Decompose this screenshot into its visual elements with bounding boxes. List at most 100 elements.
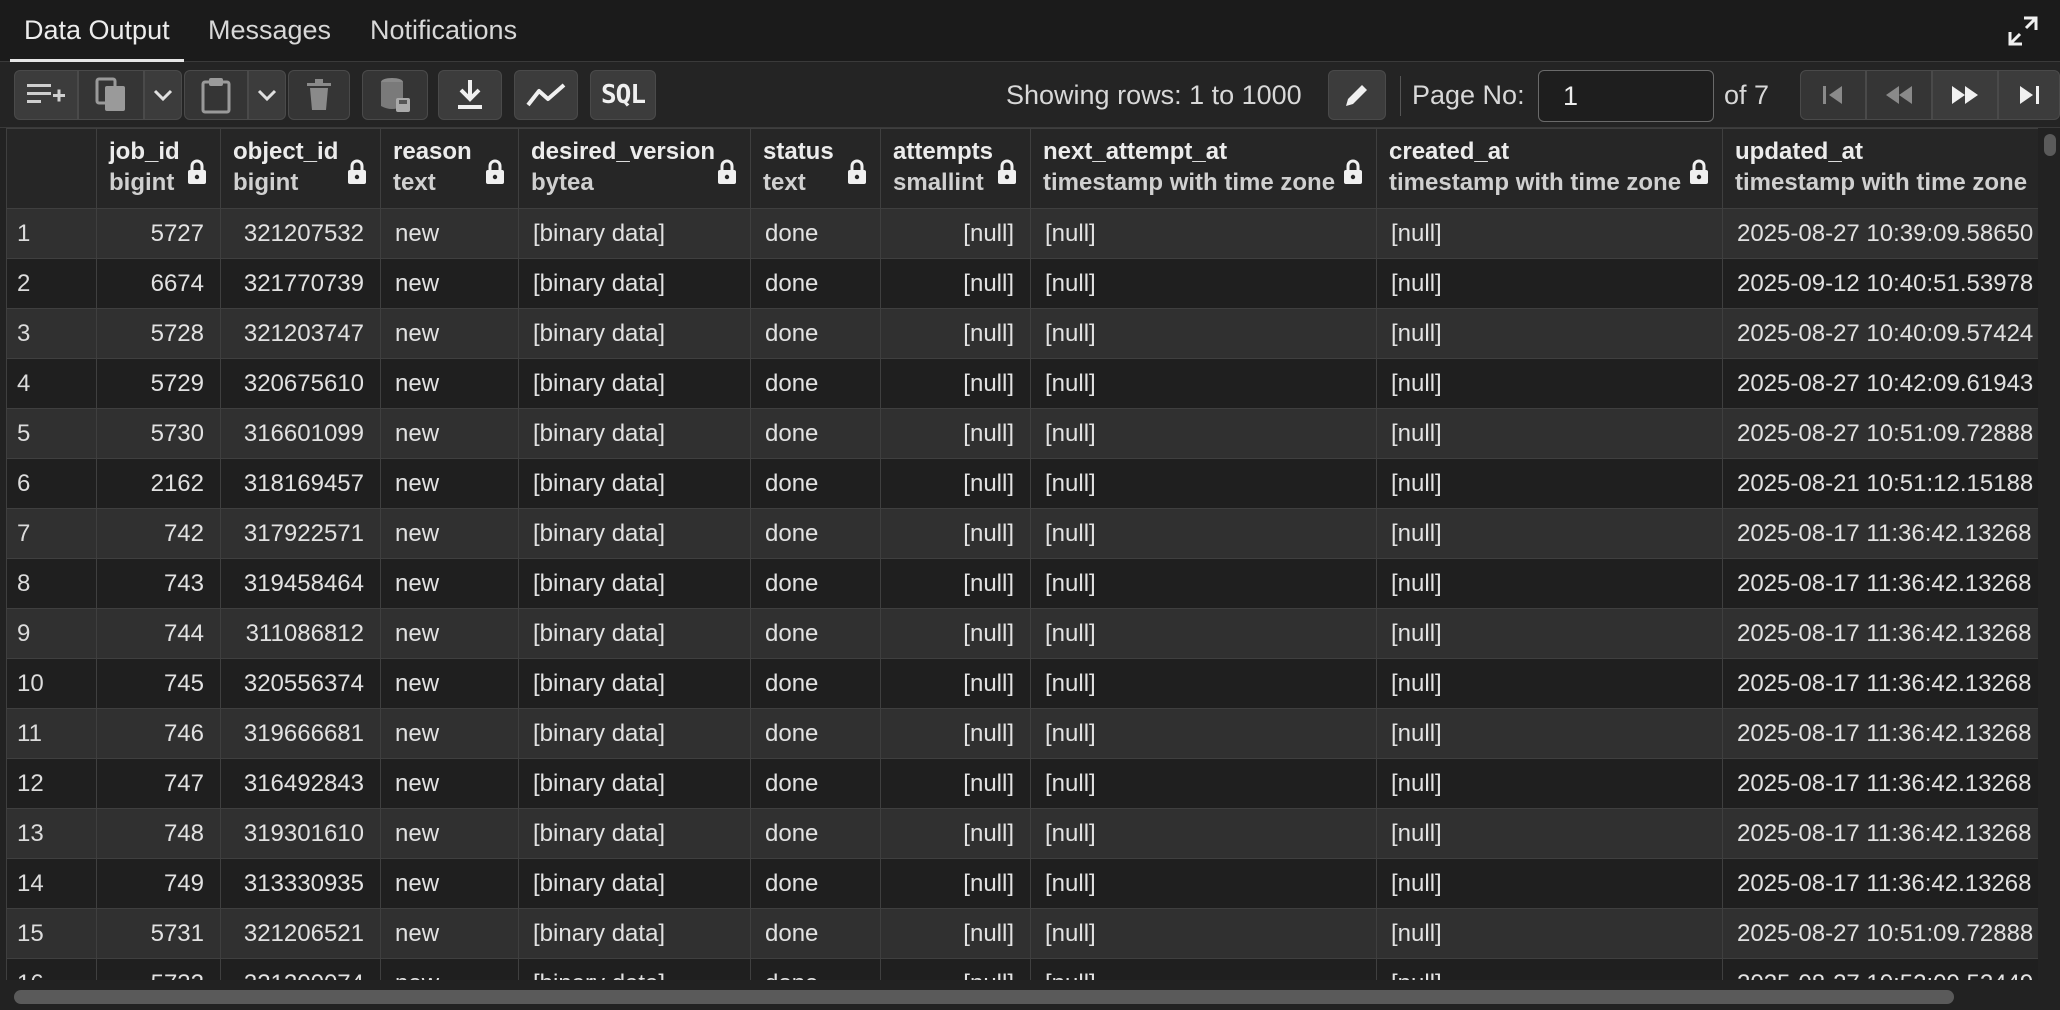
cell-created-at[interactable]: [null] bbox=[1376, 958, 1723, 980]
cell-attempts[interactable]: [null] bbox=[880, 658, 1031, 709]
cell-job-id[interactable]: 749 bbox=[96, 858, 221, 909]
horizontal-scroll-thumb[interactable] bbox=[14, 990, 1954, 1004]
cell-job-id[interactable]: 748 bbox=[96, 808, 221, 859]
table-row[interactable]: 165732321200074new[binary data]done[null… bbox=[6, 958, 2038, 980]
cell-desired-version[interactable]: [binary data] bbox=[518, 558, 751, 609]
cell-reason[interactable]: new bbox=[380, 358, 519, 409]
cell-next-attempt-at[interactable]: [null] bbox=[1030, 758, 1377, 809]
cell-reason[interactable]: new bbox=[380, 858, 519, 909]
cell-desired-version[interactable]: [binary data] bbox=[518, 308, 751, 359]
cell-desired-version[interactable]: [binary data] bbox=[518, 708, 751, 759]
cell-created-at[interactable]: [null] bbox=[1376, 608, 1723, 659]
cell-next-attempt-at[interactable]: [null] bbox=[1030, 958, 1377, 980]
cell-status[interactable]: done bbox=[750, 708, 881, 759]
table-row[interactable]: 12 747 316492843 new [binary data] done [null]… bbox=[6, 758, 2038, 809]
column-header-desired-version[interactable]: desired_version bytea bbox=[518, 128, 751, 209]
cell-status[interactable]: done bbox=[750, 308, 881, 359]
cell-reason[interactable]: new bbox=[380, 958, 519, 980]
cell-updated-at[interactable]: 2025-08-17 11:36:42.13268 bbox=[1722, 658, 2038, 709]
row-number[interactable]: 8 bbox=[6, 558, 97, 609]
sql-button[interactable]: SQL bbox=[590, 70, 656, 120]
cell-reason[interactable]: new bbox=[380, 808, 519, 859]
cell-next-attempt-at[interactable]: [null] bbox=[1030, 358, 1377, 409]
cell-desired-version[interactable]: [binary data] bbox=[518, 408, 751, 459]
row-number[interactable]: 11 bbox=[6, 708, 97, 759]
vertical-scroll-thumb[interactable] bbox=[2044, 134, 2056, 156]
previous-page-button[interactable] bbox=[1866, 70, 1932, 120]
cell-updated-at[interactable]: 2025-08-17 11:36:42.13268 bbox=[1722, 608, 2038, 659]
row-number[interactable]: 14 bbox=[6, 858, 97, 909]
table-row[interactable]: 14 749 313330935 new [binary data] done [null]… bbox=[6, 858, 2038, 909]
next-page-button[interactable] bbox=[1932, 70, 1998, 120]
table-row[interactable]: 9 744 311086812 new [binary data] done [null][… bbox=[6, 608, 2038, 659]
cell-attempts[interactable]: [null] bbox=[880, 708, 1031, 759]
cell-job-id[interactable]: 745 bbox=[96, 658, 221, 709]
cell-object-id[interactable]: 320675610 bbox=[220, 358, 381, 409]
column-header-status[interactable]: status text bbox=[750, 128, 881, 209]
cell-attempts[interactable]: [null] bbox=[880, 258, 1031, 309]
cell-updated-at[interactable]: 2025-08-17 11:36:42.13268 bbox=[1722, 508, 2038, 559]
cell-created-at[interactable]: [null] bbox=[1376, 858, 1723, 909]
cell-next-attempt-at[interactable]: [null] bbox=[1030, 558, 1377, 609]
cell-desired-version[interactable]: [binary data] bbox=[518, 808, 751, 859]
row-number[interactable]: 6 bbox=[6, 458, 97, 509]
save-data-button[interactable] bbox=[362, 70, 428, 120]
add-row-button[interactable] bbox=[14, 70, 78, 120]
download-button[interactable] bbox=[438, 70, 502, 120]
cell-object-id[interactable]: 321203747 bbox=[220, 308, 381, 359]
cell-updated-at[interactable]: 2025-08-27 10:52:09.52449 bbox=[1722, 958, 2038, 980]
table-row[interactable]: 13 748 319301610 new [binary data] done [null]… bbox=[6, 808, 2038, 859]
row-number[interactable]: 12 bbox=[6, 758, 97, 809]
cell-updated-at[interactable]: 2025-08-27 10:42:09.61943 bbox=[1722, 358, 2038, 409]
column-header-reason[interactable]: reason text bbox=[380, 128, 519, 209]
cell-updated-at[interactable]: 2025-08-27 10:40:09.57424 bbox=[1722, 308, 2038, 359]
cell-next-attempt-at[interactable]: [null] bbox=[1030, 858, 1377, 909]
table-row[interactable]: 6 2162 318169457 new [binary data] done [null]… bbox=[6, 458, 2038, 509]
cell-created-at[interactable]: [null] bbox=[1376, 358, 1723, 409]
cell-desired-version[interactable]: [binary data] bbox=[518, 458, 751, 509]
cell-attempts[interactable]: [null] bbox=[880, 558, 1031, 609]
cell-attempts[interactable]: [null] bbox=[880, 808, 1031, 859]
cell-reason[interactable]: new bbox=[380, 308, 519, 359]
cell-object-id[interactable]: 318169457 bbox=[220, 458, 381, 509]
cell-attempts[interactable]: [null] bbox=[880, 458, 1031, 509]
graph-visualiser-button[interactable] bbox=[514, 70, 578, 120]
cell-updated-at[interactable]: 2025-08-27 10:39:09.58650 bbox=[1722, 208, 2038, 259]
table-row[interactable]: 4 5729 320675610 new [binary data] done [null]… bbox=[6, 358, 2038, 409]
cell-object-id[interactable]: 319666681 bbox=[220, 708, 381, 759]
cell-job-id[interactable]: 744 bbox=[96, 608, 221, 659]
row-number[interactable]: 1 bbox=[6, 208, 97, 259]
cell-desired-version[interactable]: [binary data] bbox=[518, 608, 751, 659]
table-row[interactable]: 2 6674 321770739 new [binary data] done [null]… bbox=[6, 258, 2038, 309]
cell-status[interactable]: done bbox=[750, 558, 881, 609]
cell-desired-version[interactable]: [binary data] bbox=[518, 958, 751, 980]
cell-desired-version[interactable]: [binary data] bbox=[518, 658, 751, 709]
cell-created-at[interactable]: [null] bbox=[1376, 558, 1723, 609]
cell-created-at[interactable]: [null] bbox=[1376, 208, 1723, 259]
vertical-scrollbar[interactable] bbox=[2038, 128, 2060, 980]
cell-created-at[interactable]: [null] bbox=[1376, 908, 1723, 959]
cell-status[interactable]: done bbox=[750, 208, 881, 259]
cell-attempts[interactable]: [null] bbox=[880, 508, 1031, 559]
cell-status[interactable]: done bbox=[750, 508, 881, 559]
cell-created-at[interactable]: [null] bbox=[1376, 308, 1723, 359]
cell-next-attempt-at[interactable]: [null] bbox=[1030, 408, 1377, 459]
cell-created-at[interactable]: [null] bbox=[1376, 808, 1723, 859]
cell-job-id[interactable]: 5727 bbox=[96, 208, 221, 259]
table-row[interactable]: 11 746 319666681 new [binary data] done [null]… bbox=[6, 708, 2038, 759]
column-header-attempts[interactable]: attempts smallint bbox=[880, 128, 1031, 209]
cell-status[interactable]: done bbox=[750, 258, 881, 309]
cell-attempts[interactable]: [null] bbox=[880, 858, 1031, 909]
row-number[interactable]: 4 bbox=[6, 358, 97, 409]
copy-options-dropdown[interactable] bbox=[144, 70, 182, 120]
cell-reason[interactable]: new bbox=[380, 208, 519, 259]
cell-desired-version[interactable]: [binary data] bbox=[518, 358, 751, 409]
delete-button[interactable] bbox=[288, 70, 350, 120]
table-row[interactable]: 10 745 320556374 new [binary data] done [null]… bbox=[6, 658, 2038, 709]
row-number[interactable]: 5 bbox=[6, 408, 97, 459]
cell-job-id[interactable]: 5728 bbox=[96, 308, 221, 359]
cell-reason[interactable]: new bbox=[380, 258, 519, 309]
cell-next-attempt-at[interactable]: [null] bbox=[1030, 808, 1377, 859]
cell-updated-at[interactable]: 2025-08-17 11:36:42.13268 bbox=[1722, 558, 2038, 609]
cell-updated-at[interactable]: 2025-08-17 11:36:42.13268 bbox=[1722, 858, 2038, 909]
